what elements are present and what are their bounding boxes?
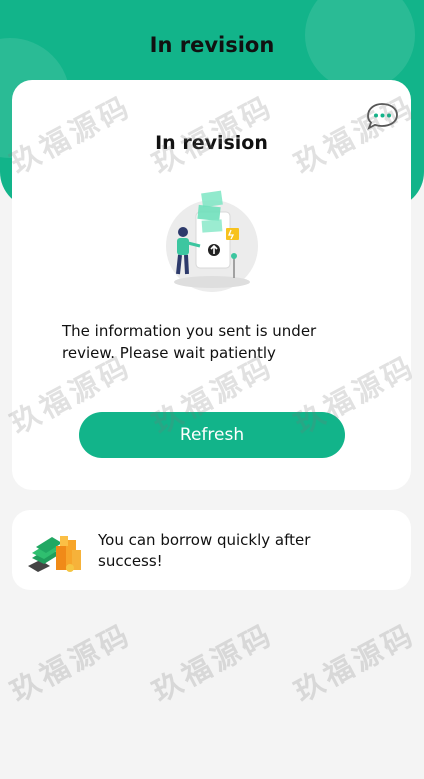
page-title: In revision [149,33,275,57]
watermark: 玖福源码 [146,616,280,709]
watermark: 玖福源码 [4,616,138,709]
money-stack-illustration [28,536,81,572]
review-person-illustration [166,190,258,292]
status-card: In revision The information you sent is … [12,80,411,490]
refresh-button[interactable]: Refresh [79,412,345,458]
watermark: 玖福源码 [288,616,422,709]
status-message: The information you sent is under review… [62,322,317,362]
tip-text: You can borrow quickly after success! [98,531,311,570]
card-title: In revision [155,132,268,154]
chat-bubble-icon[interactable] [364,102,400,132]
tip-card: You can borrow quickly after success! [12,510,411,590]
